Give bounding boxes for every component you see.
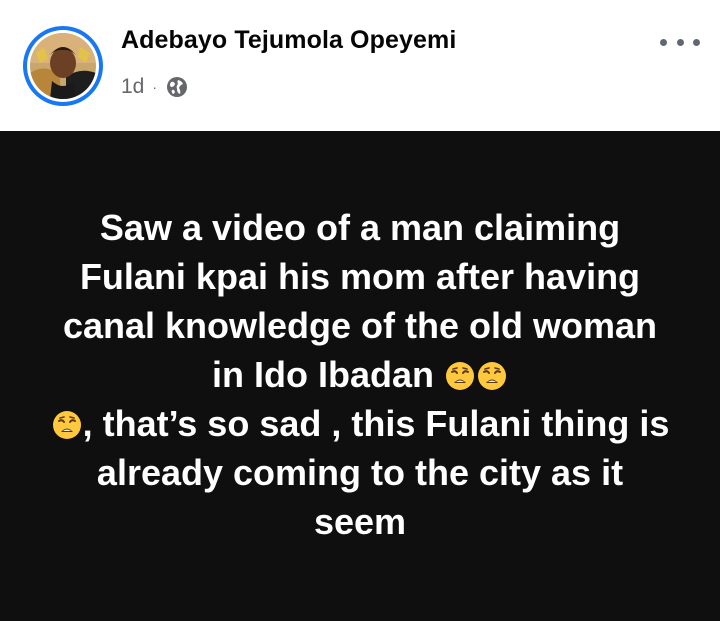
post-time[interactable]: 1d	[121, 75, 144, 99]
post-text-part1: Saw a video of a man claiming Fulani kpa…	[62, 207, 658, 395]
post-meta: 1d ·	[121, 75, 188, 99]
avatar[interactable]	[23, 26, 103, 106]
post-text: Saw a video of a man claiming Fulani kpa…	[50, 203, 670, 546]
meta-separator: ·	[152, 79, 158, 95]
more-options-button[interactable]	[660, 30, 700, 54]
post-text-part2: , that’s so sad , this Fulani thing is a…	[82, 403, 670, 542]
avatar-border	[27, 30, 99, 102]
author-name[interactable]: Adebayo Tejumola Opeyemi	[121, 26, 456, 55]
more-horizontal-icon-dot	[660, 38, 667, 46]
more-horizontal-icon-dot	[676, 38, 684, 46]
tired-face-emoji-icon	[446, 362, 474, 390]
post-background-card: Saw a video of a man claiming Fulani kpa…	[0, 131, 720, 621]
more-horizontal-icon-dot	[693, 38, 700, 46]
tired-face-emoji-icon	[478, 362, 506, 390]
globe-icon[interactable]	[166, 76, 188, 98]
post-header: Adebayo Tejumola Opeyemi 1d ·	[0, 0, 720, 131]
profile-photo	[30, 33, 96, 99]
tired-face-emoji-icon	[52, 411, 81, 439]
